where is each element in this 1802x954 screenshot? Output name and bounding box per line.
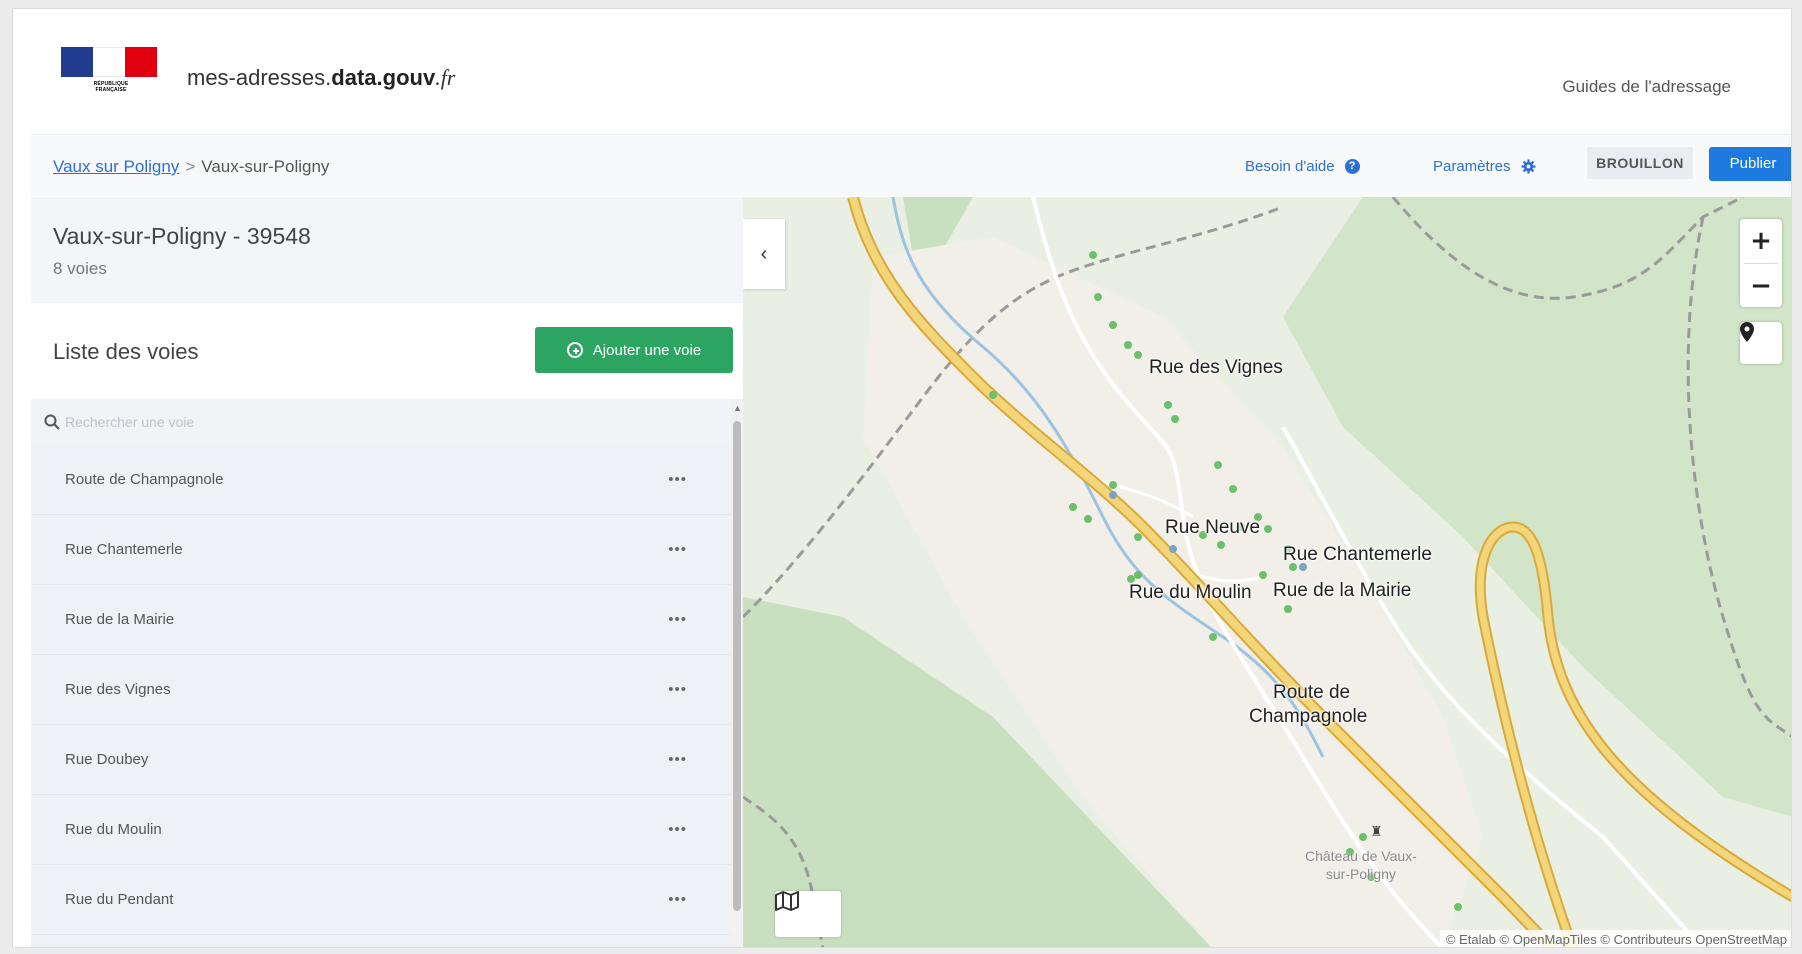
commune-name: Vaux-sur-Poligny - 39548 — [53, 223, 311, 249]
app-window: RÉPUBLIQUE FRANÇAISE mes-adresses.data.go… — [12, 8, 1792, 948]
more-options-icon[interactable]: ••• — [668, 681, 687, 698]
castle-icon: ♜ — [1370, 823, 1383, 839]
more-options-icon[interactable]: ••• — [668, 751, 687, 768]
voies-list-title: Liste des voies — [53, 339, 199, 364]
map-layers-button[interactable] — [775, 891, 841, 937]
draft-status-badge: BROUILLON — [1587, 147, 1693, 179]
map-view[interactable]: ‹ + − Rue des Vignes Rue Neuve Rue Chant… — [743, 197, 1792, 948]
voie-name: Rue des Vignes — [65, 681, 171, 698]
site-header: RÉPUBLIQUE FRANÇAISE mes-adresses.data.go… — [13, 9, 1791, 134]
voie-name: Rue de la Mairie — [65, 611, 175, 628]
map-label-chateau-line2: sur-Poligny — [1325, 866, 1396, 882]
map-label-rue-des-vignes[interactable]: Rue des Vignes — [1149, 357, 1283, 379]
search-icon — [39, 409, 65, 435]
more-options-icon[interactable]: ••• — [668, 891, 687, 908]
site-title[interactable]: mes-adresses.data.gouv.fr — [187, 65, 455, 91]
list-item[interactable]: Rue Chantemerle ••• — [31, 515, 731, 585]
list-item[interactable]: Rue des Vignes ••• — [31, 655, 731, 725]
settings-label: Paramètres — [1433, 158, 1511, 175]
site-title-bold: data.gouv — [331, 65, 436, 90]
more-options-icon[interactable]: ••• — [668, 541, 687, 558]
map-attribution[interactable]: © Etalab © OpenMapTiles © Contributeurs … — [1439, 930, 1791, 947]
map-marker-icon — [1740, 322, 1754, 342]
more-options-icon[interactable]: ••• — [668, 611, 687, 628]
scroll-up-arrow-icon[interactable]: ▲ — [733, 403, 742, 413]
zoom-in-button[interactable]: + — [1740, 219, 1782, 263]
list-item[interactable]: Route de Champagnole ••• — [31, 445, 731, 515]
publish-button[interactable]: Publier — [1709, 147, 1791, 181]
commune-header: Vaux-sur-Poligny - 39548 8 voies — [31, 197, 743, 303]
list-item[interactable]: Rue Doubey ••• — [31, 725, 731, 795]
scrollbar-thumb[interactable] — [733, 421, 741, 911]
site-title-prefix: mes-adresses. — [187, 65, 332, 90]
more-options-icon[interactable]: ••• — [668, 471, 687, 488]
map-label-rue-chantemerle[interactable]: Rue Chantemerle — [1283, 544, 1432, 566]
map-canvas[interactable] — [743, 197, 1792, 948]
map-label-chateau: Château de Vaux- sur-Poligny — [1305, 847, 1417, 883]
breadcrumb-separator: > — [185, 157, 196, 176]
help-link[interactable]: Besoin d'aide ? — [1245, 158, 1360, 175]
breadcrumb: Vaux sur Poligny > Vaux-sur-Poligny — [53, 157, 329, 177]
voies-list-header: Liste des voies Ajouter une voie — [31, 303, 743, 399]
list-item[interactable]: Rue du Pendant ••• — [31, 865, 731, 935]
map-label-rue-du-moulin[interactable]: Rue du Moulin — [1129, 582, 1252, 604]
logo-text: RÉPUBLIQUE FRANÇAISE — [93, 81, 129, 93]
map-label-rue-neuve[interactable]: Rue Neuve — [1165, 517, 1260, 539]
voie-name: Rue du Pendant — [65, 891, 174, 908]
list-item[interactable]: Rue du Moulin ••• — [31, 795, 731, 865]
more-options-icon[interactable]: ••• — [668, 821, 687, 838]
map-icon — [775, 891, 799, 911]
voies-list: Route de Champagnole ••• Rue Chantemerle •… — [31, 445, 731, 947]
voie-name: Route de Champagnole — [65, 471, 224, 488]
republique-francaise-logo[interactable]: RÉPUBLIQUE FRANÇAISE — [61, 47, 161, 103]
zoom-control: + − — [1740, 219, 1782, 307]
search-bar — [31, 399, 731, 445]
map-label-rue-de-la-mairie[interactable]: Rue de la Mairie — [1273, 580, 1411, 602]
site-title-suffix: .fr — [435, 65, 456, 90]
add-voie-label: Ajouter une voie — [592, 341, 702, 359]
settings-link[interactable]: Paramètres — [1433, 158, 1536, 175]
voies-count: 8 voies — [53, 259, 107, 278]
gear-icon — [1521, 159, 1536, 174]
voie-name: Rue Chantemerle — [65, 541, 183, 558]
voies-scrollbar[interactable]: ▲ — [731, 399, 743, 947]
locate-button[interactable] — [1740, 322, 1782, 364]
french-flag-icon — [61, 47, 157, 77]
breadcrumb-current: Vaux-sur-Poligny — [201, 157, 330, 176]
map-label-route-line1[interactable]: Route de — [1273, 682, 1350, 704]
help-label: Besoin d'aide — [1245, 158, 1335, 175]
question-circle-icon: ? — [1344, 159, 1360, 174]
search-input[interactable] — [65, 407, 665, 437]
sidebar: Vaux-sur-Poligny - 39548 8 voies Liste d… — [31, 197, 743, 947]
breadcrumb-commune-link[interactable]: Vaux sur Poligny — [53, 157, 179, 176]
guides-link[interactable]: Guides de l'adressage — [1562, 77, 1731, 97]
plus-circle-icon — [566, 342, 583, 358]
map-label-chateau-line1: Château de Vaux- — [1305, 848, 1417, 864]
collapse-sidebar-button[interactable]: ‹ — [743, 219, 785, 289]
zoom-out-button[interactable]: − — [1740, 264, 1782, 308]
map-label-route-line2[interactable]: Champagnole — [1249, 706, 1367, 728]
list-item[interactable]: Rue de la Mairie ••• — [31, 585, 731, 655]
voie-name: Rue du Moulin — [65, 821, 162, 838]
voie-name: Rue Doubey — [65, 751, 149, 768]
toolbar: Vaux sur Poligny > Vaux-sur-Poligny Besoin… — [31, 134, 1791, 196]
add-voie-button[interactable]: Ajouter une voie — [535, 327, 733, 373]
